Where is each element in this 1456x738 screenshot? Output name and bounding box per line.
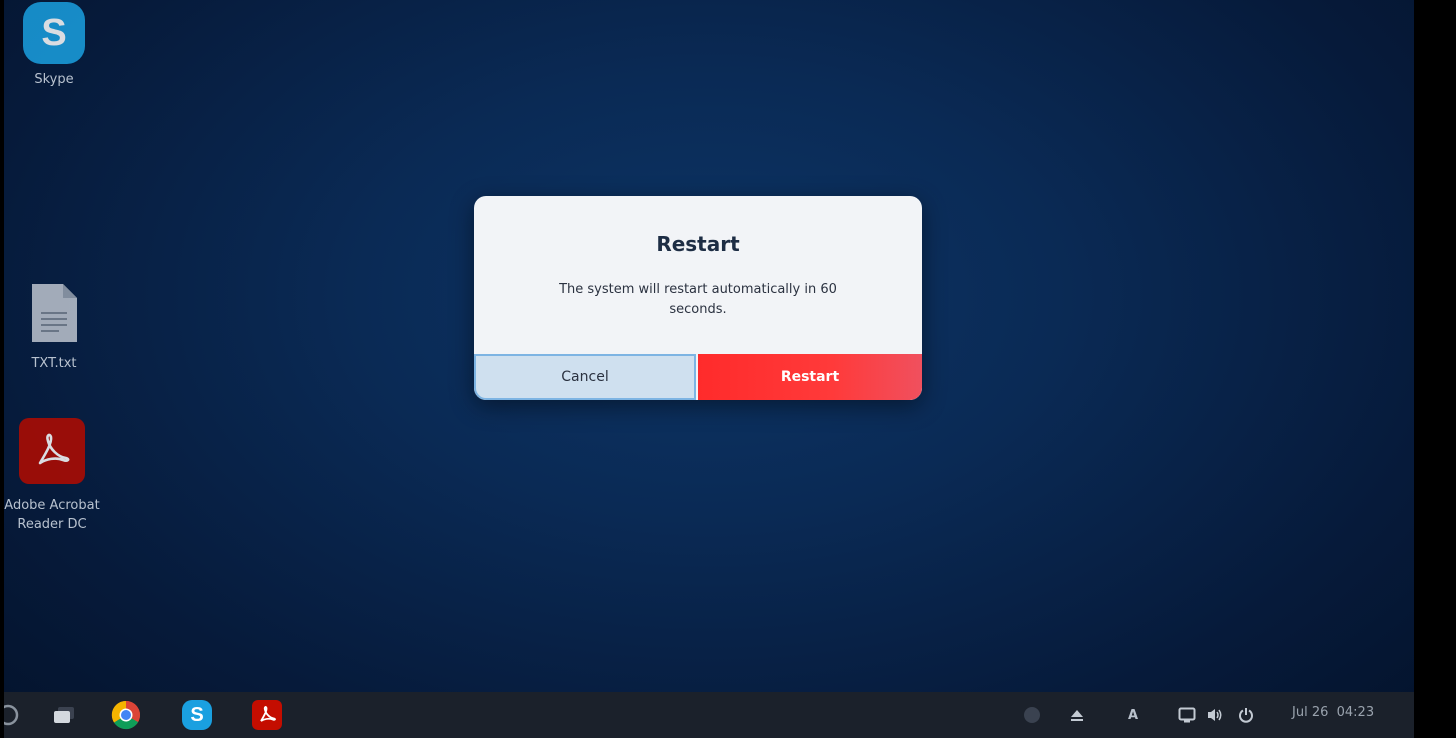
dialog-title: Restart bbox=[656, 232, 740, 256]
desktop-icon-label: Skype bbox=[34, 72, 74, 87]
start-menu-icon[interactable] bbox=[4, 701, 22, 729]
taskbar: S A Jul 26 04:23 bbox=[4, 692, 1414, 738]
desktop-icon-label-line1: Adobe Acrobat bbox=[4, 498, 100, 513]
keyboard-layout-indicator[interactable]: A bbox=[1128, 706, 1138, 724]
restart-dialog: Restart The system will restart automati… bbox=[474, 196, 922, 400]
desktop-icon-skype[interactable]: S Skype bbox=[4, 2, 104, 89]
desktop-icon-label: TXT.txt bbox=[31, 356, 77, 371]
skype-icon: S bbox=[23, 2, 85, 64]
acrobat-reader-icon bbox=[252, 700, 282, 730]
desktop-icon-acrobat[interactable]: Adobe Acrobat Reader DC bbox=[4, 418, 102, 534]
skype-taskbar-icon[interactable]: S bbox=[180, 700, 214, 730]
cancel-button[interactable]: Cancel bbox=[474, 354, 696, 400]
dialog-button-row: Cancel Restart bbox=[474, 354, 922, 400]
desktop: S Skype TXT.txt Adobe Acrobat Reader DC bbox=[4, 0, 1414, 738]
power-icon[interactable] bbox=[1238, 706, 1254, 724]
desktop-icon-label-line2: Reader DC bbox=[17, 517, 87, 532]
eject-icon[interactable] bbox=[1070, 706, 1084, 724]
show-desktop-icon[interactable] bbox=[50, 701, 78, 729]
acrobat-taskbar-icon[interactable] bbox=[250, 700, 284, 730]
chrome-icon[interactable] bbox=[110, 700, 142, 730]
dialog-message: The system will restart automatically in… bbox=[559, 282, 837, 317]
clock[interactable]: Jul 26 04:23 bbox=[1292, 705, 1374, 720]
text-file-icon bbox=[29, 282, 79, 344]
restart-button[interactable]: Restart bbox=[698, 354, 922, 400]
skype-tray-icon[interactable] bbox=[1024, 706, 1040, 724]
display-icon[interactable] bbox=[1178, 706, 1196, 724]
skype-icon: S bbox=[182, 700, 212, 730]
screen-border bbox=[1414, 0, 1456, 738]
acrobat-reader-icon bbox=[19, 418, 85, 484]
desktop-icon-txt[interactable]: TXT.txt bbox=[4, 282, 104, 373]
volume-icon[interactable] bbox=[1206, 706, 1224, 724]
